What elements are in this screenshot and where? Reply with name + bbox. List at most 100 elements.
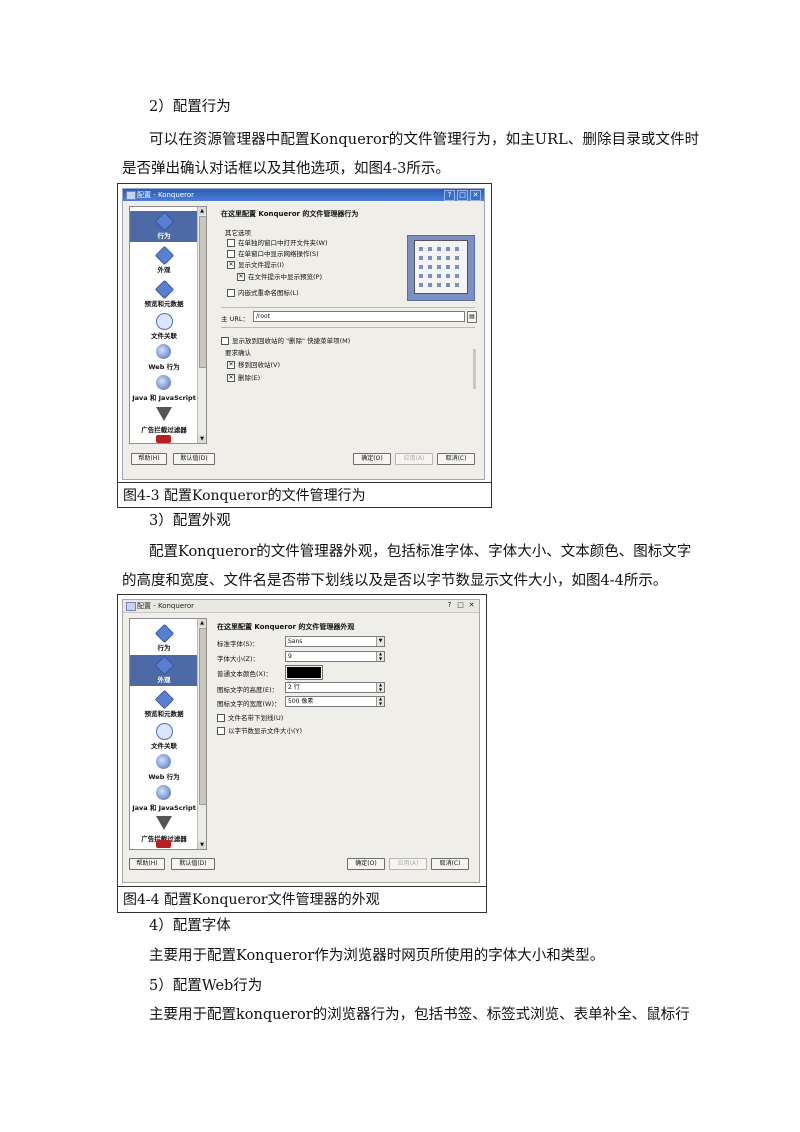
sidebar-item-web[interactable]: Web 行为	[130, 342, 198, 373]
sidebar-item-next[interactable]	[130, 840, 198, 849]
option-underline-filenames[interactable]: 文件名带下划线(U)	[217, 712, 283, 722]
option-confirm-delete[interactable]: ✕ 删除(E)	[227, 372, 260, 382]
home-url-input[interactable]: /root	[253, 311, 465, 322]
sidebar-item-next[interactable]	[130, 435, 198, 443]
cancel-button[interactable]: 取消(C)	[431, 858, 469, 870]
bubble-icon	[156, 313, 173, 330]
checkbox-checked[interactable]: ✕	[237, 273, 245, 281]
konqueror-app-icon	[126, 602, 136, 611]
color-swatch	[287, 667, 321, 678]
option-confirm-trash[interactable]: ✕ 移到回收站(V)	[227, 359, 280, 369]
sidebar-item-java[interactable]: Java 和 JavaScript	[130, 783, 198, 814]
section-heading-behavior: 2）配置行为	[149, 99, 231, 115]
sidebar-item-appearance[interactable]: 外观	[130, 245, 198, 276]
option-open-in-new-window[interactable]: 在单独的窗口中打开文件夹(W)	[227, 237, 328, 247]
sidebar-item-adblock[interactable]: 广告拦截过滤器	[130, 405, 198, 436]
checkbox[interactable]	[217, 714, 225, 722]
appearance-panel: 在这里配置 Konqueror 的文件管理器外观 标准字体(S)： Sans ▼ …	[213, 620, 475, 850]
ok-button[interactable]: 确定(O)	[347, 858, 385, 870]
checkbox-checked[interactable]: ✕	[227, 374, 235, 382]
file-thumbnail-icon	[437, 256, 441, 260]
option-file-tips[interactable]: ✕ 显示文件提示(I)	[227, 259, 284, 269]
help-button[interactable]: 帮助(H)	[131, 453, 167, 465]
option-inline-rename[interactable]: 内嵌式重命名图标(L)	[227, 287, 299, 297]
sidebar-scrollbar[interactable]: ▲ ▼	[197, 207, 206, 443]
panel-scrollbar[interactable]	[473, 349, 476, 389]
checkbox[interactable]	[217, 727, 225, 735]
sidebar-item-file-assoc[interactable]: 文件关联	[130, 721, 198, 752]
close-icon[interactable]: ✕	[470, 190, 481, 201]
font-size-spinbox[interactable]: 9 ▲ ▼	[285, 651, 385, 662]
checkbox[interactable]	[227, 250, 235, 258]
spin-arrows-icon[interactable]: ▲ ▼	[376, 651, 384, 661]
help-icon[interactable]: ?	[444, 190, 455, 201]
checkbox-checked[interactable]: ✕	[227, 261, 235, 269]
help-button[interactable]: 帮助(H)	[129, 858, 165, 870]
section-heading-appearance: 3）配置外观	[149, 513, 231, 529]
behavior-panel: 在这里配置 Konqueror 的文件管理器行为 其它选项 在单独的窗口中打开文…	[219, 209, 477, 441]
file-thumbnail-icon	[419, 265, 423, 269]
option-size-in-bytes[interactable]: 以字节数显示文件大小(Y)	[217, 725, 302, 735]
paragraph-behavior-line1: 可以在资源管理器中配置Konqueror的文件管理行为，如主URL、删除目录或文…	[149, 132, 700, 148]
maximize-icon[interactable]: □	[456, 601, 465, 610]
file-thumbnail-icon	[437, 274, 441, 278]
scroll-down-icon[interactable]: ▼	[198, 435, 206, 443]
sidebar-scrollbar[interactable]: ▲ ▼	[197, 619, 206, 849]
konqueror-app-icon	[126, 191, 136, 200]
scroll-up-icon[interactable]: ▲	[198, 619, 206, 627]
apply-button[interactable]: 应用(A)	[389, 858, 427, 870]
scroll-thumb[interactable]	[199, 216, 206, 368]
sidebar-item-preview[interactable]: 预览和元数据	[130, 689, 198, 720]
sidebar-item-preview[interactable]: 预览和元数据	[130, 279, 198, 310]
scroll-thumb[interactable]	[199, 628, 206, 805]
funnel-icon	[156, 816, 172, 830]
sidebar-item-file-assoc[interactable]: 文件关联	[130, 311, 198, 342]
checkbox-checked[interactable]: ✕	[227, 361, 235, 369]
icon-text-width-spinbox[interactable]: 500 像素 ▲ ▼	[285, 696, 385, 707]
spin-arrows-icon[interactable]: ▲ ▼	[376, 696, 384, 706]
text-color-button[interactable]	[285, 665, 323, 680]
scroll-down-icon[interactable]: ▼	[198, 841, 206, 849]
font-size-label: 字体大小(Z)：	[217, 655, 260, 663]
checkbox[interactable]	[227, 239, 235, 247]
option-preview-in-tips[interactable]: ✕ 在文件提示中显示预览(P)	[237, 271, 322, 281]
std-font-select[interactable]: Sans ▼	[285, 636, 385, 647]
bubble-icon	[156, 723, 173, 740]
scroll-up-icon[interactable]: ▲	[198, 207, 206, 215]
icon-text-width-label: 图标文字的宽度(W)：	[217, 700, 281, 708]
sidebar-item-appearance[interactable]: 外观	[130, 655, 198, 686]
option-trash-menu[interactable]: 显示放到回收站的 "删除" 快捷菜单项(M)	[221, 335, 350, 345]
file-thumbnail-icon	[428, 265, 432, 269]
close-icon[interactable]: ✕	[467, 601, 476, 610]
cancel-button[interactable]: 取消(C)	[437, 453, 475, 465]
home-url-label: 主 URL：	[221, 315, 249, 323]
defaults-button[interactable]: 默认值(D)	[171, 858, 215, 870]
sidebar-item-behavior[interactable]: 行为	[130, 623, 198, 654]
panel-header: 在这里配置 Konqueror 的文件管理器行为	[221, 210, 359, 218]
cube-icon	[154, 623, 175, 644]
file-thumbnail-icon	[446, 274, 450, 278]
file-thumbnail-icon	[437, 265, 441, 269]
file-thumbnail-icon	[455, 265, 459, 269]
file-thumbnail-icon	[428, 283, 432, 287]
sidebar-item-behavior[interactable]: 行为	[130, 211, 198, 242]
ok-button[interactable]: 确定(O)	[353, 453, 391, 465]
apply-button[interactable]: 应用(A)	[395, 453, 433, 465]
icon-text-height-spinbox[interactable]: 2 行 ▲ ▼	[285, 682, 385, 693]
chevron-down-icon[interactable]: ▼	[376, 637, 384, 646]
help-icon[interactable]: ?	[445, 601, 454, 610]
file-thumbnail-icon	[428, 274, 432, 278]
cube-icon	[154, 689, 175, 710]
checkbox[interactable]	[227, 289, 235, 297]
sidebar-item-web[interactable]: Web 行为	[130, 752, 198, 783]
maximize-icon[interactable]: □	[457, 190, 468, 201]
checkbox[interactable]	[221, 337, 229, 345]
paragraph-behavior-line2: 是否弹出确认对话框以及其他选项，如图4-3所示。	[122, 161, 450, 177]
option-network-ops[interactable]: 在单窗口中显示网络操作(S)	[227, 248, 319, 258]
sidebar-item-java[interactable]: Java 和 JavaScript	[130, 373, 198, 404]
browse-folder-icon[interactable]: ▤	[467, 311, 477, 323]
file-thumbnail-icon	[428, 256, 432, 260]
defaults-button[interactable]: 默认值(D)	[173, 453, 215, 465]
file-thumbnail-icon	[437, 247, 441, 251]
spin-arrows-icon[interactable]: ▲ ▼	[376, 682, 384, 692]
